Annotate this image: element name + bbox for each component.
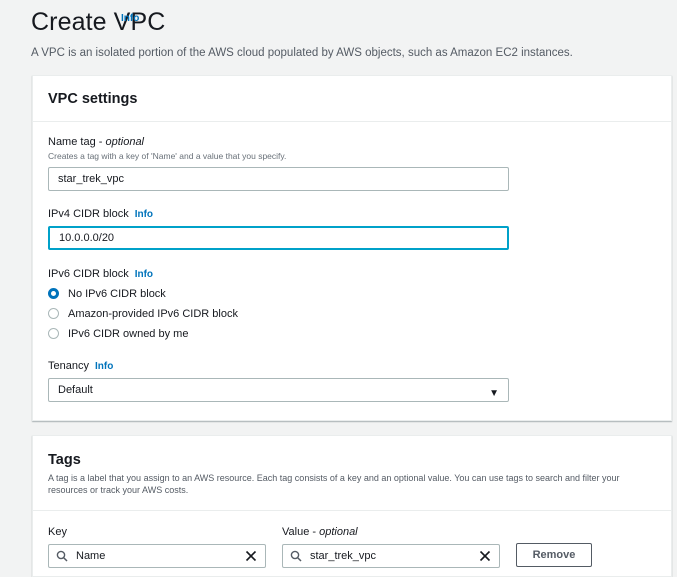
radio-no-ipv6-label: No IPv6 CIDR block — [68, 288, 166, 300]
vpc-settings-header: VPC settings — [33, 76, 671, 122]
name-tag-label: Name tag - optional — [48, 136, 144, 148]
name-tag-label-text: Name tag - — [48, 136, 106, 148]
radio-amazon-ipv6-label: Amazon-provided IPv6 CIDR block — [68, 308, 238, 320]
tag-key-input[interactable]: Name — [48, 544, 266, 568]
radio-unchecked-icon[interactable] — [48, 327, 59, 339]
radio-unchecked-icon[interactable] — [48, 307, 59, 319]
tenancy-label: Tenancy Info — [48, 360, 113, 372]
tenancy-value: Default — [58, 384, 93, 396]
radio-amazon-ipv6[interactable]: Amazon-provided IPv6 CIDR block — [48, 307, 238, 320]
close-icon[interactable] — [245, 550, 257, 562]
tag-value-optional: optional — [319, 526, 358, 538]
name-tag-description: Creates a tag with a key of 'Name' and a… — [48, 151, 287, 161]
tags-title: Tags — [48, 452, 81, 468]
close-icon[interactable] — [479, 550, 491, 562]
name-tag-optional: optional — [105, 136, 145, 148]
vpc-settings-panel: VPC settings Name tag - optional Creates… — [32, 75, 672, 421]
search-icon — [56, 550, 68, 562]
tags-header: Tags A tag is a label that you assign to… — [33, 436, 671, 511]
title-info-link[interactable]: Info — [121, 13, 139, 24]
vpc-settings-title: VPC settings — [48, 91, 138, 107]
tag-value-label: Value - optional — [282, 526, 358, 538]
page-header: Create VPC — [31, 8, 165, 37]
ipv4-label-text: IPv4 CIDR block — [48, 208, 129, 220]
radio-checked-icon[interactable] — [48, 287, 59, 299]
radio-no-ipv6[interactable]: No IPv6 CIDR block — [48, 287, 166, 300]
ipv4-cidr-input[interactable]: 10.0.0.0/20 — [48, 226, 509, 250]
caret-down-icon: ▼ — [489, 388, 499, 399]
remove-tag-button[interactable]: Remove — [516, 543, 592, 567]
tenancy-select[interactable]: Default ▼ — [48, 378, 509, 402]
ipv4-label: IPv4 CIDR block Info — [48, 208, 153, 220]
ipv4-info-link[interactable]: Info — [135, 209, 153, 220]
name-tag-input[interactable]: star_trek_vpc — [48, 167, 509, 191]
tag-value-input[interactable]: star_trek_vpc — [282, 544, 500, 568]
ipv6-label: IPv6 CIDR block Info — [48, 268, 153, 280]
tags-description: A tag is a label that you assign to an A… — [48, 473, 620, 495]
tenancy-info-link[interactable]: Info — [95, 361, 113, 372]
tag-key-label: Key — [48, 526, 67, 538]
tags-panel: Tags A tag is a label that you assign to… — [32, 435, 672, 577]
ipv6-label-text: IPv6 CIDR block — [48, 268, 129, 280]
page-title: Create VPC — [31, 8, 166, 36]
page-description: A VPC is an isolated portion of the AWS … — [31, 47, 573, 59]
ipv6-info-link[interactable]: Info — [135, 269, 153, 280]
tenancy-label-text: Tenancy — [48, 360, 89, 372]
radio-owned-ipv6-label: IPv6 CIDR owned by me — [68, 328, 189, 340]
search-icon — [290, 550, 302, 562]
tag-value-label-text: Value - — [282, 526, 320, 538]
radio-owned-ipv6[interactable]: IPv6 CIDR owned by me — [48, 327, 189, 340]
